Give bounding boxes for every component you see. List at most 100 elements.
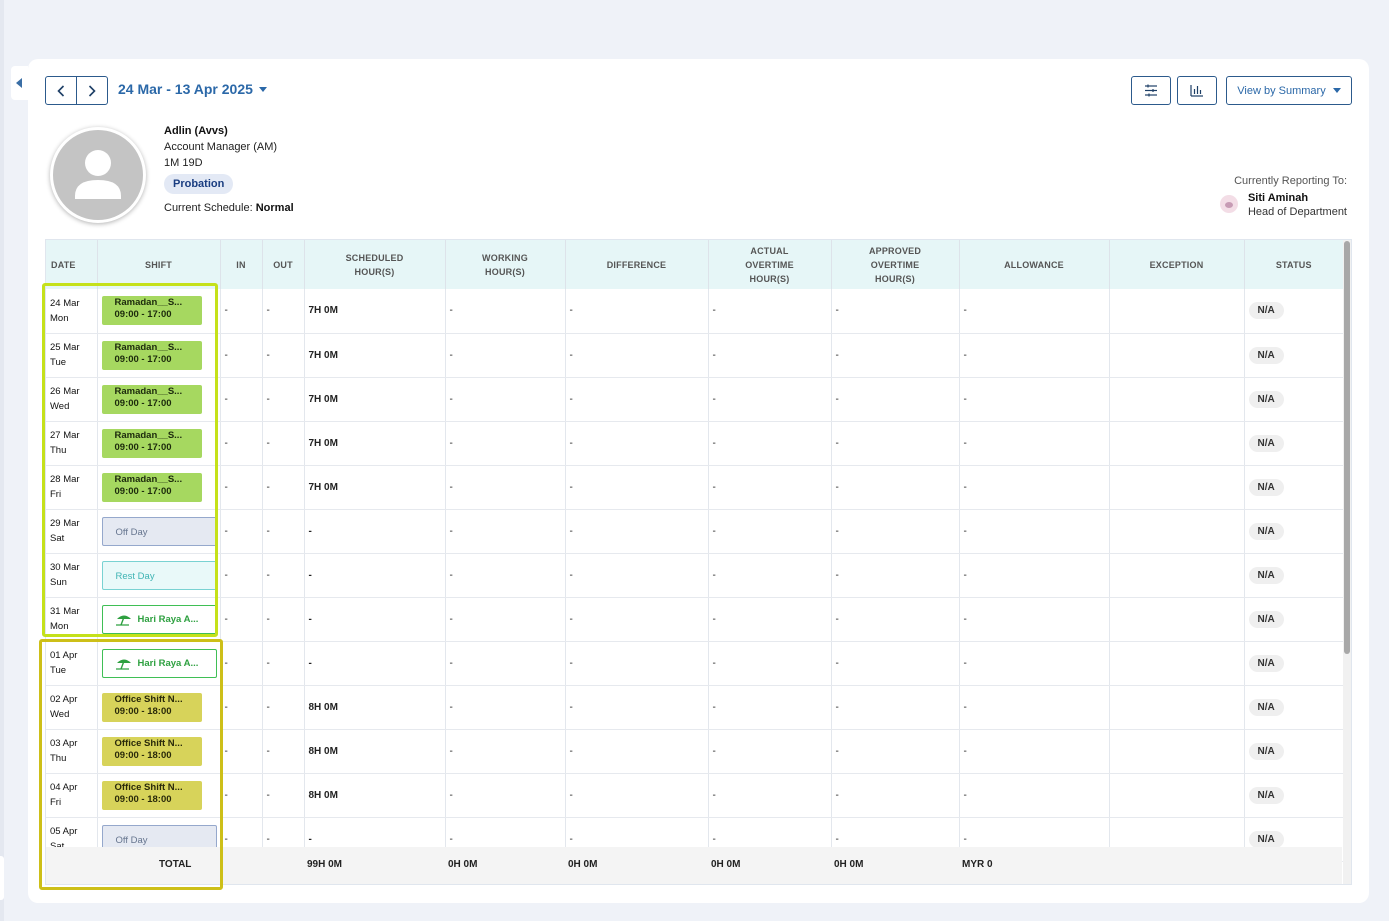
cell-difference: - bbox=[564, 289, 708, 334]
side-scroll-handle[interactable] bbox=[0, 856, 4, 900]
cell-scheduled: 7H 0M bbox=[303, 465, 445, 510]
holiday-chip[interactable]: Hari Raya A... bbox=[101, 648, 217, 678]
col-difference[interactable]: DIFFERENCE bbox=[564, 240, 708, 289]
col-approved-overtime[interactable]: APPROVED OVERTIME HOUR(S) bbox=[830, 240, 959, 289]
col-date[interactable]: DATE bbox=[46, 240, 97, 289]
next-period-button[interactable] bbox=[76, 77, 107, 104]
cell-out: - bbox=[261, 597, 304, 642]
table-row[interactable]: 04 Apr Fri Office Shift N... 09:00 - 18:00-… bbox=[46, 773, 1343, 818]
shift-chip[interactable]: Ramadan__S... 09:00 - 17:00 bbox=[101, 384, 202, 414]
table-row[interactable]: 01 Apr Tue Hari Raya A... - - - - - - - - N/A bbox=[46, 641, 1343, 686]
date-label: 29 Mar bbox=[50, 518, 80, 529]
attendance-table: DATE SHIFT IN OUT SCHEDULED HOUR(S) WORKI… bbox=[45, 239, 1352, 885]
col-working-hours[interactable]: WORKING HOUR(S) bbox=[444, 240, 565, 289]
cell-in: - bbox=[219, 289, 262, 334]
cell-in: - bbox=[219, 553, 262, 598]
view-by-dropdown[interactable]: View by Summary bbox=[1226, 76, 1352, 105]
sidebar-collapse-toggle[interactable] bbox=[11, 66, 28, 100]
cell-actual-overtime: - bbox=[707, 729, 831, 774]
shift-name: Ramadan__S... bbox=[114, 341, 183, 353]
date-label: 28 Mar bbox=[50, 474, 80, 485]
shift-chip[interactable]: Office Shift N... 09:00 - 18:00 bbox=[101, 692, 202, 722]
cell-date: 27 Mar Thu bbox=[46, 421, 97, 466]
current-schedule: Current Schedule: Normal bbox=[164, 200, 294, 216]
cell-working: - bbox=[444, 333, 565, 378]
total-scheduled: 99H 0M bbox=[307, 859, 343, 870]
shift-chip[interactable]: Ramadan__S... 09:00 - 17:00 bbox=[101, 472, 202, 502]
cell-status: N/A bbox=[1243, 597, 1343, 642]
cell-exception bbox=[1108, 333, 1244, 378]
col-approved-line3: HOUR(S) bbox=[875, 273, 915, 284]
col-status[interactable]: STATUS bbox=[1243, 240, 1343, 289]
day-label: Tue bbox=[50, 357, 67, 368]
total-difference: 0H 0M bbox=[568, 859, 598, 870]
table-row[interactable]: 03 Apr Thu Office Shift N... 09:00 - 18:00-… bbox=[46, 729, 1343, 774]
reporting-label: Currently Reporting To: bbox=[1234, 175, 1347, 187]
cell-difference: - bbox=[564, 641, 708, 686]
cell-allowance: - bbox=[958, 421, 1109, 466]
cell-scheduled: 7H 0M bbox=[303, 421, 445, 466]
beach-umbrella-icon bbox=[115, 659, 131, 670]
table-row[interactable]: 02 Apr Wed Office Shift N... 09:00 - 18:00-… bbox=[46, 685, 1343, 730]
table-row[interactable]: 30 Mar Sun Rest Day - - - - - - - - N/A bbox=[46, 553, 1343, 598]
date-label: 01 Apr bbox=[50, 650, 78, 661]
cell-difference: - bbox=[564, 685, 708, 730]
col-scheduled-line2: HOUR(S) bbox=[354, 266, 395, 277]
holiday-chip[interactable]: Hari Raya A... bbox=[101, 604, 217, 634]
employee-info: Adlin (Avvs) Account Manager (AM) 1M 19D… bbox=[164, 123, 294, 216]
cell-actual-overtime: - bbox=[707, 509, 831, 554]
cell-shift: Off Day bbox=[96, 509, 220, 554]
table-row[interactable]: 27 Mar Thu Ramadan__S... 09:00 - 17:00- -7H … bbox=[46, 421, 1343, 466]
col-exception[interactable]: EXCEPTION bbox=[1108, 240, 1244, 289]
rest-day-chip[interactable]: Rest Day bbox=[101, 560, 217, 590]
shift-time: 09:00 - 18:00 bbox=[114, 705, 172, 717]
prev-period-button[interactable] bbox=[46, 77, 76, 104]
cell-status: N/A bbox=[1243, 333, 1343, 378]
cell-exception bbox=[1108, 465, 1244, 510]
shift-chip[interactable]: Ramadan__S... 09:00 - 17:00 bbox=[101, 428, 202, 458]
shift-name: Office Shift N... bbox=[114, 693, 183, 705]
cell-exception bbox=[1108, 289, 1244, 334]
shift-chip[interactable]: Office Shift N... 09:00 - 18:00 bbox=[101, 736, 202, 766]
cell-in: - bbox=[219, 685, 262, 730]
cell-date: 26 Mar Wed bbox=[46, 377, 97, 422]
col-allowance[interactable]: ALLOWANCE bbox=[958, 240, 1109, 289]
shift-chip[interactable]: Office Shift N... 09:00 - 18:00 bbox=[101, 780, 202, 810]
col-in[interactable]: IN bbox=[219, 240, 262, 289]
col-actual-overtime[interactable]: ACTUAL OVERTIME HOUR(S) bbox=[707, 240, 831, 289]
filter-button[interactable] bbox=[1131, 76, 1171, 105]
shift-chip[interactable]: Ramadan__S... 09:00 - 17:00 bbox=[101, 296, 202, 326]
col-out[interactable]: OUT bbox=[261, 240, 304, 289]
cell-scheduled: - bbox=[303, 641, 445, 686]
date-range-picker[interactable]: 24 Mar - 13 Apr 2025 bbox=[118, 81, 267, 97]
table-row[interactable]: 24 Mar Mon Ramadan__S... 09:00 - 17:00- -7H … bbox=[46, 289, 1343, 334]
status-pill: N/A bbox=[1248, 786, 1284, 804]
date-range-label: 24 Mar - 13 Apr 2025 bbox=[118, 81, 253, 97]
date-label: 26 Mar bbox=[50, 386, 80, 397]
cell-in: - bbox=[219, 597, 262, 642]
table-row[interactable]: 31 Mar Mon Hari Raya A... - - - - - - - - N/A bbox=[46, 597, 1343, 642]
chart-view-button[interactable] bbox=[1177, 76, 1217, 105]
table-scroll-thumb[interactable] bbox=[1344, 241, 1350, 654]
off-day-chip[interactable]: Off Day bbox=[101, 516, 217, 546]
shift-chip[interactable]: Ramadan__S... 09:00 - 17:00 bbox=[101, 340, 202, 370]
cell-shift: Office Shift N... 09:00 - 18:00 bbox=[96, 685, 220, 730]
cell-actual-overtime: - bbox=[707, 773, 831, 818]
table-row[interactable]: 29 Mar Sat Off Day - - - - - - - - N/A bbox=[46, 509, 1343, 554]
reporting-person[interactable]: Siti Aminah Head of Department bbox=[1219, 190, 1347, 218]
col-scheduled-hours[interactable]: SCHEDULED HOUR(S) bbox=[303, 240, 445, 289]
cell-date: 02 Apr Wed bbox=[46, 685, 97, 730]
filter-list-icon bbox=[1145, 84, 1157, 97]
col-shift[interactable]: SHIFT bbox=[96, 240, 220, 289]
cell-shift: Office Shift N... 09:00 - 18:00 bbox=[96, 773, 220, 818]
status-pill: N/A bbox=[1248, 522, 1284, 540]
table-row[interactable]: 28 Mar Fri Ramadan__S... 09:00 - 17:00- -7H … bbox=[46, 465, 1343, 510]
table-row[interactable]: 26 Mar Wed Ramadan__S... 09:00 - 17:00- -7H … bbox=[46, 377, 1343, 422]
table-row[interactable]: 25 Mar Tue Ramadan__S... 09:00 - 17:00- -7H … bbox=[46, 333, 1343, 378]
cell-exception bbox=[1108, 597, 1244, 642]
cell-out: - bbox=[261, 553, 304, 598]
total-label: TOTAL bbox=[159, 859, 192, 870]
chevron-right-icon bbox=[89, 84, 96, 97]
day-label: Mon bbox=[50, 312, 69, 324]
total-working: 0H 0M bbox=[448, 859, 478, 870]
